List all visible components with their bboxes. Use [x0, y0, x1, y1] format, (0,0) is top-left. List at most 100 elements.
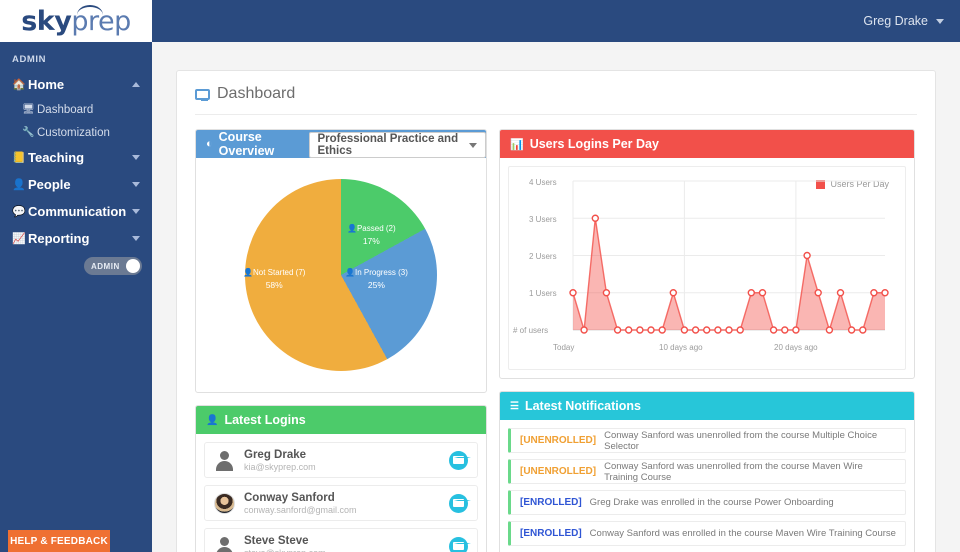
pie-chart-icon: ◐	[206, 138, 213, 150]
chevron-down-icon	[132, 236, 140, 241]
list-item[interactable]: [ENROLLED] Greg Drake was enrolled in th…	[508, 490, 906, 515]
user-menu-label: Greg Drake	[863, 14, 928, 28]
brand-logo[interactable]: skyprep	[0, 0, 152, 42]
sidebar-item-reporting[interactable]: 📈 Reporting	[0, 225, 152, 252]
person-icon: 👤	[243, 268, 253, 277]
bar-chart-icon: 📊	[510, 138, 524, 151]
envelope-icon	[453, 542, 471, 550]
list-item[interactable]: Steve Steve steve@skyprep.com	[204, 528, 478, 552]
latest-notifications-body: [UNENROLLED] Conway Sanford was unenroll…	[500, 420, 914, 552]
chart-svg	[569, 180, 889, 334]
list-item[interactable]: [UNENROLLED] Conway Sanford was unenroll…	[508, 459, 906, 484]
send-email-button[interactable]	[449, 493, 471, 513]
list-item[interactable]: Greg Drake kia@skyprep.com	[204, 442, 478, 478]
monitor-icon: 🖥	[22, 104, 35, 115]
person-icon: 👤	[206, 414, 219, 426]
toggle-knob	[126, 259, 140, 273]
pie-label-not-started: 👤Not Started (7) 58%	[243, 267, 305, 293]
avatar	[214, 449, 235, 471]
latest-notifications-panel: ☰ Latest Notifications [UNENROLLED] Conw…	[499, 391, 915, 552]
notification-text: Conway Sanford was unenrolled from the c…	[604, 460, 863, 483]
sidebar-section-label: ADMIN	[12, 54, 47, 65]
avatar	[214, 535, 235, 552]
login-user-email: conway.sanford@gmail.com	[244, 504, 357, 515]
course-overview-body: 👤Passed (2) 17% 👤In Progress (3) 25% 👤No…	[196, 158, 486, 392]
pie-label-not-started-pct: 58%	[265, 280, 283, 291]
users-logins-panel: 📊 Users Logins Per Day Users Per Day # o…	[499, 129, 915, 379]
pie-label-passed-name: Passed (2)	[356, 224, 396, 233]
list-item[interactable]: [UNENROLLED] Conway Sanford was unenroll…	[508, 428, 906, 453]
page-title: Dashboard	[195, 85, 917, 115]
right-column: 📊 Users Logins Per Day Users Per Day # o…	[499, 129, 915, 552]
person-icon: 👤	[347, 224, 357, 233]
sidebar-item-home-label: Home	[28, 77, 65, 92]
latest-notifications-header: ☰ Latest Notifications	[500, 392, 914, 420]
list-item[interactable]: Conway Sanford conway.sanford@gmail.com	[204, 485, 478, 521]
latest-logins-title: Latest Logins	[224, 413, 306, 427]
book-icon: 📒	[12, 152, 26, 164]
users-logins-title: Users Logins Per Day	[529, 137, 659, 151]
chevron-down-icon	[469, 142, 477, 148]
course-overview-pie-chart[interactable]: 👤Passed (2) 17% 👤In Progress (3) 25% 👤No…	[204, 166, 478, 384]
sidebar-item-communication[interactable]: 💬 Communication	[0, 198, 152, 225]
sidebar-subitem-customization-label: Customization	[37, 126, 110, 139]
brand-logo-text: skyprep	[21, 4, 131, 37]
sidebar-item-communication-label: Communication	[28, 204, 127, 219]
sidebar-item-teaching[interactable]: 📒 Teaching	[0, 144, 152, 171]
course-overview-header: ◐ Course Overview Professional Practice …	[196, 130, 486, 158]
comment-icon: 💬	[12, 206, 26, 218]
status-badge: [ENROLLED]	[520, 528, 582, 539]
wrench-icon: 🔧	[22, 127, 35, 138]
monitor-icon	[195, 88, 210, 101]
course-select-dropdown[interactable]: Professional Practice and Ethics	[308, 132, 486, 158]
list-item[interactable]: [ENROLLED] Conway Sanford was enrolled i…	[508, 521, 906, 546]
chevron-down-icon	[132, 209, 140, 214]
status-badge: [UNENROLLED]	[520, 435, 597, 446]
latest-logins-header: 👤 Latest Logins	[196, 406, 486, 434]
left-column: ◐ Course Overview Professional Practice …	[195, 129, 487, 552]
help-and-feedback-button[interactable]: HELP & FEEDBACK	[8, 530, 110, 552]
dashboard-grid: ◐ Course Overview Professional Practice …	[195, 129, 917, 552]
login-user-name: Greg Drake	[244, 448, 307, 461]
brand-part-one: sky	[21, 5, 72, 37]
chevron-up-icon	[132, 82, 140, 87]
login-user-email: steve@skyprep.com	[244, 548, 326, 552]
sidebar-subitem-dashboard[interactable]: 🖥 Dashboard	[0, 98, 152, 121]
chevron-down-icon	[132, 182, 140, 187]
users-logins-chart[interactable]: Users Per Day # of users 1 Users 2 Users…	[508, 166, 906, 370]
page-title-label: Dashboard	[217, 85, 296, 102]
envelope-icon	[453, 499, 471, 507]
user-menu[interactable]: Greg Drake	[863, 0, 944, 42]
list-icon: ☰	[510, 400, 519, 412]
notification-text: Conway Sanford was enrolled in the cours…	[589, 528, 896, 539]
admin-mode-toggle[interactable]: ADMIN	[84, 257, 142, 275]
send-email-button[interactable]	[449, 450, 471, 470]
latest-logins-body: Greg Drake kia@skyprep.com Conway Sanfor…	[196, 434, 486, 552]
chevron-down-icon	[936, 18, 944, 24]
login-user-name: Steve Steve	[244, 534, 309, 547]
users-logins-header: 📊 Users Logins Per Day	[500, 130, 914, 158]
top-bar: skyprep Greg Drake	[0, 0, 960, 42]
sidebar-item-reporting-label: Reporting	[28, 231, 90, 246]
sidebar-item-people-label: People	[28, 177, 71, 192]
notification-text: Conway Sanford was unenrolled from the c…	[604, 429, 878, 452]
chevron-down-icon	[132, 155, 140, 160]
latest-logins-panel: 👤 Latest Logins Greg Drake kia@skyprep.c…	[195, 405, 487, 552]
status-badge: [UNENROLLED]	[520, 466, 597, 477]
sidebar-item-people[interactable]: 👤 People	[0, 171, 152, 198]
pie-label-in-progress-name: In Progress (3)	[354, 268, 408, 277]
person-icon: 👤	[345, 268, 355, 277]
status-badge: [ENROLLED]	[520, 497, 582, 508]
latest-notifications-title: Latest Notifications	[524, 399, 641, 413]
pie-label-passed-pct: 17%	[362, 236, 380, 247]
admin-toggle-label: ADMIN	[91, 261, 120, 271]
pie-label-in-progress-pct: 25%	[367, 280, 385, 291]
sidebar: ADMIN 🏠 Home 🖥 Dashboard 🔧 Customization…	[0, 42, 152, 552]
sidebar-subitem-customization[interactable]: 🔧 Customization	[0, 121, 152, 144]
course-overview-title: Course Overview	[218, 130, 275, 158]
sidebar-item-home[interactable]: 🏠 Home	[0, 71, 152, 98]
course-overview-panel: ◐ Course Overview Professional Practice …	[195, 129, 487, 393]
sidebar-subitem-dashboard-label: Dashboard	[37, 103, 94, 116]
send-email-button[interactable]	[449, 536, 471, 552]
home-icon: 🏠	[12, 79, 26, 91]
